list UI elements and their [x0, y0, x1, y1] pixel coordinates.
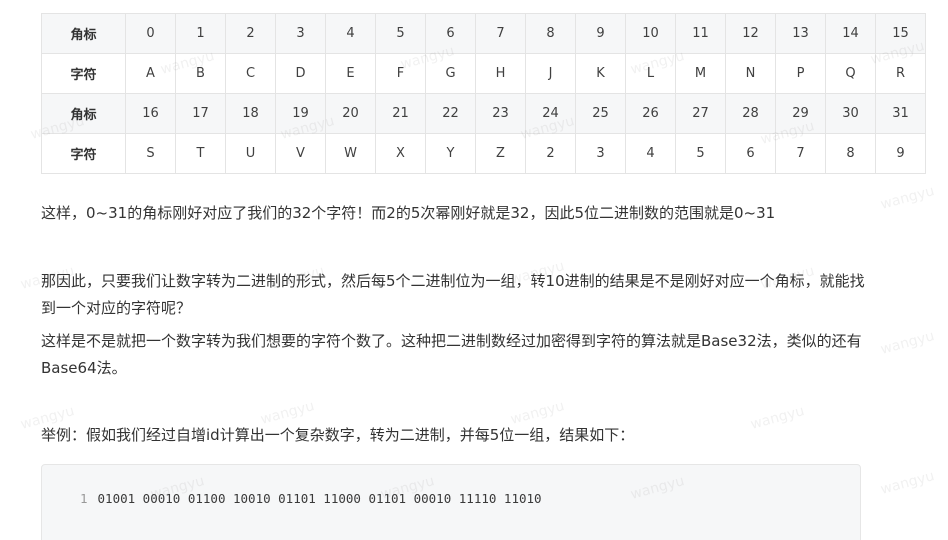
table-cell: 10 — [625, 13, 676, 54]
paragraph-range-explanation: 这样，0~31的角标刚好对应了我们的32个字符！而2的5次幂刚好就是32，因此5… — [41, 204, 776, 222]
paragraph-example-intro: 举例：假如我们经过自增id计算出一个复杂数字，转为二进制，并每5位一组，结果如下… — [41, 426, 635, 444]
table-cell: 19 — [275, 93, 326, 134]
table-cell: J — [525, 53, 576, 94]
table-row: 字符 A B C D E F G H J K L M N P Q R — [41, 53, 926, 94]
table-cell: 14 — [825, 13, 876, 54]
table-cell: 30 — [825, 93, 876, 134]
table-cell: 16 — [125, 93, 176, 134]
table-cell: U — [225, 133, 276, 174]
table-cell: P — [775, 53, 826, 94]
table-cell: 3 — [275, 13, 326, 54]
table-cell: 20 — [325, 93, 376, 134]
article-page: 角标 0 1 2 3 4 5 6 7 8 9 10 11 12 13 14 15 字符 A B C D E F G H J K L M N P… — [0, 0, 948, 540]
table-cell: A — [125, 53, 176, 94]
table-cell: 12 — [725, 13, 776, 54]
table-cell: 11 — [675, 13, 726, 54]
row-header: 字符 — [41, 133, 126, 174]
table-cell: 6 — [725, 133, 776, 174]
table-cell: 13 — [775, 13, 826, 54]
table-cell: 6 — [425, 13, 476, 54]
watermark-text: wangyu — [878, 183, 937, 213]
table-cell: F — [375, 53, 426, 94]
table-cell: 18 — [225, 93, 276, 134]
table-cell: 3 — [575, 133, 626, 174]
table-cell: Y — [425, 133, 476, 174]
table-cell: 2 — [525, 133, 576, 174]
table-row: 角标 0 1 2 3 4 5 6 7 8 9 10 11 12 13 14 15 — [41, 13, 926, 54]
table-cell: Z — [475, 133, 526, 174]
row-header: 字符 — [41, 53, 126, 94]
table-cell: V — [275, 133, 326, 174]
table-cell: R — [875, 53, 926, 94]
table-cell: G — [425, 53, 476, 94]
table-cell: S — [125, 133, 176, 174]
table-cell: 22 — [425, 93, 476, 134]
table-cell: 0 — [125, 13, 176, 54]
code-line-number: 1 — [80, 491, 88, 506]
table-cell: 8 — [825, 133, 876, 174]
table-cell: 15 — [875, 13, 926, 54]
table-cell: 21 — [375, 93, 426, 134]
table-cell: T — [175, 133, 226, 174]
code-block: 1 01001 00010 01100 10010 01101 11000 011… — [41, 464, 861, 540]
table-cell: 5 — [375, 13, 426, 54]
table-cell: 4 — [625, 133, 676, 174]
table-cell: K — [575, 53, 626, 94]
table-cell: 4 — [325, 13, 376, 54]
watermark-text: wangyu — [878, 468, 937, 498]
table-cell: D — [275, 53, 326, 94]
table-cell: X — [375, 133, 426, 174]
table-cell: E — [325, 53, 376, 94]
table-cell: 24 — [525, 93, 576, 134]
table-cell: 9 — [875, 133, 926, 174]
table-cell: 27 — [675, 93, 726, 134]
table-cell: W — [325, 133, 376, 174]
table-cell: 1 — [175, 13, 226, 54]
table-cell: C — [225, 53, 276, 94]
table-cell: B — [175, 53, 226, 94]
table-cell: 7 — [775, 133, 826, 174]
table-cell: L — [625, 53, 676, 94]
table-row: 字符 S T U V W X Y Z 2 3 4 5 6 7 8 9 — [41, 133, 926, 174]
table-cell: 2 — [225, 13, 276, 54]
table-row: 角标 16 17 18 19 20 21 22 23 24 25 26 27 28 29 30 31 — [41, 93, 926, 134]
code-line-text: 01001 00010 01100 10010 01101 11000 0110… — [97, 491, 542, 506]
table-cell: 31 — [875, 93, 926, 134]
table-cell: 5 — [675, 133, 726, 174]
paragraph-base32-definition: 这样是不是就把一个数字转为我们想要的字符个数了。这种把二进制数经过加密得到字符的… — [41, 332, 862, 377]
table-cell: 26 — [625, 93, 676, 134]
paragraph-binary-grouping: 那因此，只要我们让数字转为二进制的形式，然后每5个二进制位为一组，转10进制的结… — [41, 272, 865, 317]
row-header: 角标 — [41, 13, 126, 54]
table-cell: 23 — [475, 93, 526, 134]
table-cell: 17 — [175, 93, 226, 134]
watermark-text: wangyu — [878, 328, 937, 358]
table-cell: 29 — [775, 93, 826, 134]
code-line: 1 01001 00010 01100 10010 01101 11000 011… — [80, 491, 542, 506]
table-cell: M — [675, 53, 726, 94]
table-cell: Q — [825, 53, 876, 94]
table-cell: 7 — [475, 13, 526, 54]
base32-mapping-table: 角标 0 1 2 3 4 5 6 7 8 9 10 11 12 13 14 15 字符 A B C D E F G H J K L M N P… — [41, 13, 926, 174]
table-cell: 25 — [575, 93, 626, 134]
row-header: 角标 — [41, 93, 126, 134]
table-cell: 28 — [725, 93, 776, 134]
table-cell: H — [475, 53, 526, 94]
table-cell: 9 — [575, 13, 626, 54]
table-cell: 8 — [525, 13, 576, 54]
table-cell: N — [725, 53, 776, 94]
